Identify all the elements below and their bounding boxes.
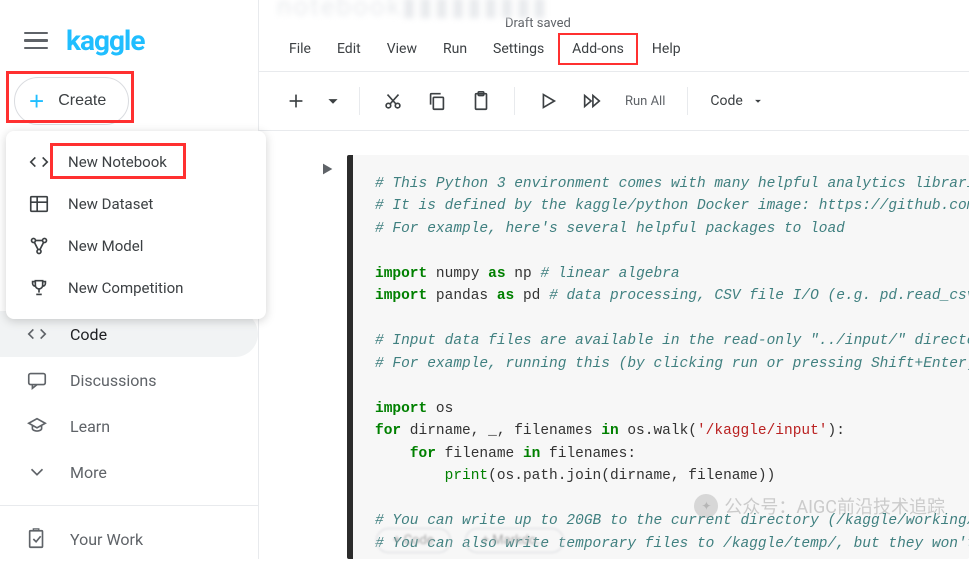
code-text: pd xyxy=(514,288,549,304)
paste-button[interactable] xyxy=(462,82,500,120)
cut-button[interactable] xyxy=(374,82,412,120)
code-text: np xyxy=(506,266,541,282)
run-all-button[interactable]: Run All xyxy=(617,94,673,109)
separator xyxy=(359,87,360,115)
code-text: # You can write up to 20GB to the curren… xyxy=(375,513,969,529)
code-text: # For example, here's several helpful pa… xyxy=(375,221,845,237)
code-icon xyxy=(28,151,50,173)
notebook-title[interactable]: notebook▮▮▮▮▮▮▮▮▮ xyxy=(277,0,951,22)
trophy-icon xyxy=(28,277,50,299)
code-text: import xyxy=(375,401,427,417)
code-text: filenames: xyxy=(540,446,636,462)
code-text xyxy=(375,446,410,462)
code-text: ): xyxy=(828,423,845,439)
create-menu: New Notebook New Dataset New Model New C… xyxy=(6,131,266,319)
learn-icon xyxy=(26,415,48,437)
cell-insert-chips: + Code + Markdo... xyxy=(376,528,564,553)
menu-item-label: New Notebook xyxy=(68,153,167,171)
sidebar-item-label: Learn xyxy=(70,417,110,436)
sidebar-item-your-work[interactable]: Your Work xyxy=(0,516,258,562)
code-text: # This Python 3 environment comes with m… xyxy=(375,176,969,192)
code-text: # linear algebra xyxy=(540,266,679,282)
code-text: dirname, _, filenames xyxy=(401,423,601,439)
code-cell[interactable]: # This Python 3 environment comes with m… xyxy=(347,155,969,559)
code-text xyxy=(375,468,445,484)
menu-item-label: New Model xyxy=(68,237,143,255)
menu-add-ons[interactable]: Add-ons xyxy=(558,33,638,65)
sidebar-item-label: Your Work xyxy=(70,530,143,549)
chevron-down-icon xyxy=(26,461,48,483)
separator xyxy=(687,87,688,115)
copy-button[interactable] xyxy=(418,82,456,120)
sidebar-item-label: Code xyxy=(70,325,107,344)
code-icon xyxy=(26,323,48,345)
cell-type-label: Code xyxy=(710,93,742,109)
menu-button[interactable] xyxy=(24,29,48,53)
code-text: as xyxy=(497,288,514,304)
code-text: (os.path.join(dirname, filename)) xyxy=(488,468,775,484)
add-markdown-chip[interactable]: + Markdo... xyxy=(465,528,564,553)
menu-run[interactable]: Run xyxy=(431,35,479,63)
sidebar-item-label: More xyxy=(70,463,107,482)
run-fast-forward-button[interactable] xyxy=(573,82,611,120)
add-code-chip[interactable]: + Code xyxy=(376,528,451,553)
add-cell-button[interactable] xyxy=(277,82,315,120)
code-text: os xyxy=(427,401,453,417)
code-text: for xyxy=(375,423,401,439)
code-text: print xyxy=(445,468,489,484)
code-text: import xyxy=(375,266,427,282)
run-button[interactable] xyxy=(529,82,567,120)
your-work-icon xyxy=(26,528,48,550)
code-text: # data processing, CSV file I/O (e.g. pd… xyxy=(549,288,969,304)
comment-icon xyxy=(26,369,48,391)
code-text: # For example, running this (by clicking… xyxy=(375,356,969,372)
menu-edit[interactable]: Edit xyxy=(325,35,373,63)
code-text: # It is defined by the kaggle/python Doc… xyxy=(375,198,969,214)
code-text: os.walk( xyxy=(619,423,697,439)
code-text: for xyxy=(410,446,436,462)
toolbar: Run All Code xyxy=(259,71,969,131)
code-text: filename xyxy=(436,446,523,462)
run-cell-button[interactable] xyxy=(319,161,335,181)
code-text: # Input data files are available in the … xyxy=(375,333,969,349)
menubar: File Edit View Run Settings Add-ons Help xyxy=(277,31,951,71)
create-button[interactable]: + Create xyxy=(14,77,129,125)
code-text: pandas xyxy=(427,288,497,304)
code-text: '/kaggle/input' xyxy=(697,423,828,439)
cell-type-dropdown[interactable]: Code xyxy=(702,93,772,109)
code-text: in xyxy=(523,446,540,462)
model-icon xyxy=(28,235,50,257)
create-button-label: Create xyxy=(58,92,106,110)
plus-icon: + xyxy=(29,88,44,114)
sidebar-item-label: Discussions xyxy=(70,371,156,390)
menu-file[interactable]: File xyxy=(277,35,323,63)
table-icon xyxy=(28,193,50,215)
code-text: in xyxy=(601,423,618,439)
menu-item-label: New Competition xyxy=(68,279,183,297)
divider xyxy=(0,505,258,506)
add-cell-dropdown[interactable] xyxy=(321,82,345,120)
code-text: numpy xyxy=(427,266,488,282)
create-menu-new-competition[interactable]: New Competition xyxy=(6,267,266,309)
create-menu-new-notebook[interactable]: New Notebook xyxy=(6,141,266,183)
create-menu-new-model[interactable]: New Model xyxy=(6,225,266,267)
create-menu-new-dataset[interactable]: New Dataset xyxy=(6,183,266,225)
sidebar-item-more[interactable]: More xyxy=(0,449,258,495)
code-text: import xyxy=(375,288,427,304)
menu-help[interactable]: Help xyxy=(640,35,693,63)
separator xyxy=(514,87,515,115)
sidebar-item-discussions[interactable]: Discussions xyxy=(0,357,258,403)
menu-settings[interactable]: Settings xyxy=(481,35,556,63)
code-text: as xyxy=(488,266,505,282)
menu-item-label: New Dataset xyxy=(68,195,153,213)
menu-view[interactable]: View xyxy=(375,35,429,63)
kaggle-logo[interactable]: kaggle xyxy=(66,24,144,57)
sidebar-item-learn[interactable]: Learn xyxy=(0,403,258,449)
